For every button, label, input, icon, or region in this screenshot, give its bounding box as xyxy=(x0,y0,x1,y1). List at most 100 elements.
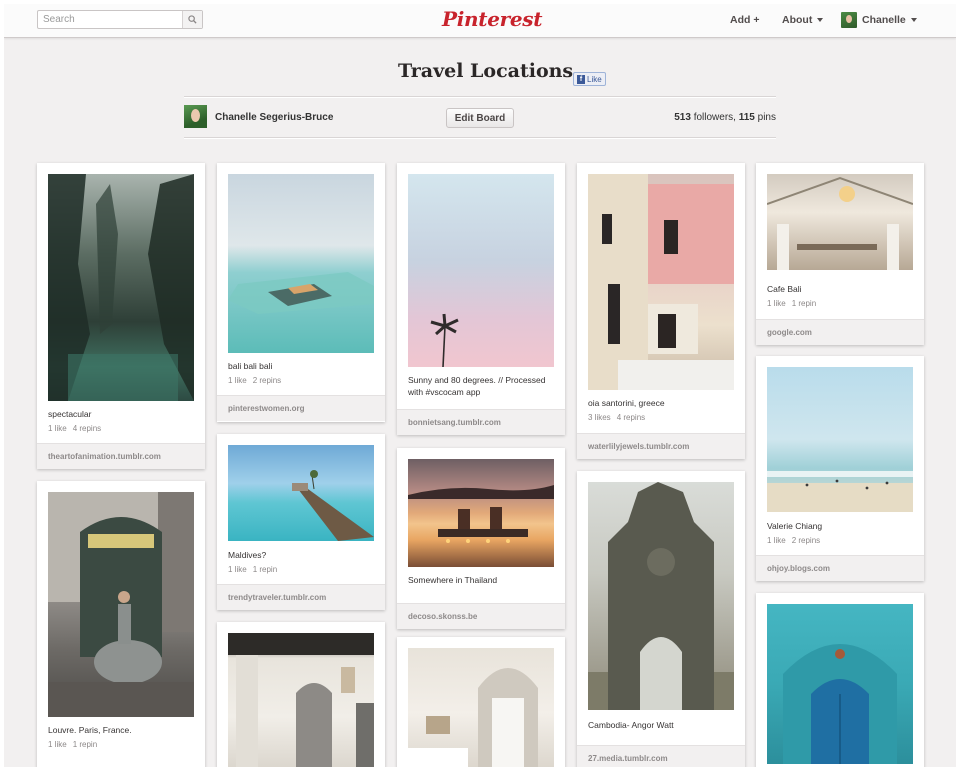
board-owner-name[interactable]: Chanelle Segerius-Bruce xyxy=(215,112,333,123)
edit-board-button[interactable]: Edit Board xyxy=(446,108,514,128)
pin-likes: 1 like xyxy=(228,565,247,574)
pin-image[interactable] xyxy=(228,633,374,767)
pin-card[interactable]: Somewhere in Thailand decoso.skonss.be xyxy=(397,448,565,629)
pin-description: Somewhere in Thailand xyxy=(408,575,498,585)
pin-likes: 1 like xyxy=(48,424,67,433)
pin-repins: 1 repin xyxy=(791,299,817,308)
pin-artwork xyxy=(588,174,734,390)
pin-card[interactable]: Maldives? 1 like 1 repin trendytraveler.t… xyxy=(217,434,385,610)
pin-card[interactable]: spectacular 1 like 4 repins theartofanima… xyxy=(37,163,205,469)
pin-artwork xyxy=(292,470,374,541)
divider xyxy=(184,96,776,98)
pin-image[interactable] xyxy=(767,174,913,270)
pin-stats: 1 like 4 repins xyxy=(48,424,101,433)
pin-source[interactable]: google.com xyxy=(756,319,924,345)
pin-card[interactable]: Cafe Bali 1 like 1 repin google.com xyxy=(756,163,924,345)
facebook-like-button[interactable]: f Like xyxy=(573,72,606,86)
pin-stats: 1 like 1 repin xyxy=(48,740,97,749)
pin-source[interactable]: trendytraveler.tumblr.com xyxy=(217,584,385,610)
followers-count: 513 xyxy=(674,112,691,123)
facebook-icon: f xyxy=(577,74,585,84)
pin-description: Sunny and 80 degrees. // Processed with … xyxy=(408,375,546,397)
add-menu[interactable]: Add + xyxy=(730,14,759,26)
search-button[interactable] xyxy=(182,11,202,28)
about-menu-label: About xyxy=(782,14,813,26)
pin-description: Maldives? xyxy=(228,550,267,560)
pin-repins: 2 repins xyxy=(252,376,282,385)
pin-artwork xyxy=(767,176,913,270)
pin-repins: 4 repins xyxy=(616,413,646,422)
pin-stats: 1 like 1 repin xyxy=(228,565,277,574)
pin-card[interactable]: bali bali bali 1 like 2 repins pinterestw… xyxy=(217,163,385,422)
user-menu[interactable]: Chanelle xyxy=(862,14,917,26)
pin-source[interactable]: decoso.skonss.be xyxy=(397,603,565,629)
pin-card[interactable]: Louvre. Paris, France. 1 like 1 repin xyxy=(37,481,205,767)
search-input[interactable] xyxy=(38,11,189,28)
chevron-down-icon xyxy=(817,18,824,22)
pin-description: Valerie Chiang xyxy=(767,521,823,531)
pin-artwork xyxy=(48,492,194,717)
pin-likes: 1 like xyxy=(767,536,786,545)
pin-artwork xyxy=(430,313,459,367)
pin-description: spectacular xyxy=(48,409,92,419)
pin-card[interactable] xyxy=(217,622,385,767)
pin-repins: 1 repin xyxy=(72,740,98,749)
pin-image[interactable] xyxy=(408,459,554,567)
pin-image[interactable] xyxy=(48,492,194,717)
pin-likes: 1 like xyxy=(48,740,67,749)
pin-description: Louvre. Paris, France. xyxy=(48,725,132,735)
pin-source[interactable]: waterlilyjewels.tumblr.com xyxy=(577,433,745,459)
pin-card[interactable]: Valerie Chiang 1 like 2 repins ohjoy.blog… xyxy=(756,356,924,581)
board-owner-avatar[interactable] xyxy=(184,105,207,128)
divider xyxy=(184,137,776,139)
pin-artwork xyxy=(783,644,897,764)
pin-artwork xyxy=(767,471,913,512)
pin-image[interactable] xyxy=(767,367,913,512)
pin-stats: 1 like 1 repin xyxy=(767,299,816,308)
pin-image[interactable] xyxy=(228,174,374,353)
pin-card[interactable]: oia santorini, greece 3 likes 4 repins wa… xyxy=(577,163,745,459)
pin-image[interactable] xyxy=(408,648,554,767)
pin-repins: 2 repins xyxy=(791,536,821,545)
search-box xyxy=(37,10,203,29)
search-icon xyxy=(188,15,197,24)
pin-artwork xyxy=(228,272,374,314)
about-menu[interactable]: About xyxy=(782,14,824,26)
board-title: Travel Locations xyxy=(398,60,574,82)
pin-repins: 1 repin xyxy=(252,565,278,574)
top-navigation-bar: Pinterest Add + About Chanelle xyxy=(4,4,956,38)
user-avatar[interactable] xyxy=(841,12,857,28)
pin-source[interactable]: bonnietsang.tumblr.com xyxy=(397,409,565,435)
pinterest-logo[interactable]: Pinterest xyxy=(442,7,543,31)
pinterest-board-page: Pinterest Add + About Chanelle Travel Lo… xyxy=(4,4,956,767)
pin-card[interactable]: Cambodia- Angor Watt 27.media.tumblr.com xyxy=(577,471,745,767)
pin-image[interactable] xyxy=(408,174,554,367)
pin-image[interactable] xyxy=(588,482,734,710)
pin-source[interactable]: ohjoy.blogs.com xyxy=(756,555,924,581)
pin-source[interactable]: pinterestwomen.org xyxy=(217,395,385,421)
pin-image[interactable] xyxy=(588,174,734,390)
pin-description: Cafe Bali xyxy=(767,284,802,294)
pins-label: pins xyxy=(754,112,776,123)
pin-source[interactable]: 27.media.tumblr.com xyxy=(577,745,745,767)
pin-likes: 1 like xyxy=(228,376,247,385)
pin-image[interactable] xyxy=(228,445,374,541)
pin-stats: 3 likes 4 repins xyxy=(588,413,645,422)
pin-artwork xyxy=(588,482,734,710)
pin-stats: 1 like 2 repins xyxy=(228,376,281,385)
pin-artwork xyxy=(228,633,374,767)
pin-source[interactable]: theartofanimation.tumblr.com xyxy=(37,443,205,469)
followers-label: followers, xyxy=(690,112,739,123)
chevron-down-icon xyxy=(910,18,917,22)
pin-description: Cambodia- Angor Watt xyxy=(588,720,674,730)
facebook-like-label: Like xyxy=(587,74,602,84)
pin-card[interactable]: Sunny and 80 degrees. // Processed with … xyxy=(397,163,565,435)
pin-image[interactable] xyxy=(767,604,913,764)
pin-likes: 3 likes xyxy=(588,413,611,422)
pin-card[interactable] xyxy=(756,593,924,767)
pin-card[interactable] xyxy=(397,637,565,767)
board-stats: 513 followers, 115 pins xyxy=(674,112,776,123)
pin-description: oia santorini, greece xyxy=(588,398,665,408)
pin-image[interactable] xyxy=(48,174,194,401)
pin-likes: 1 like xyxy=(767,299,786,308)
